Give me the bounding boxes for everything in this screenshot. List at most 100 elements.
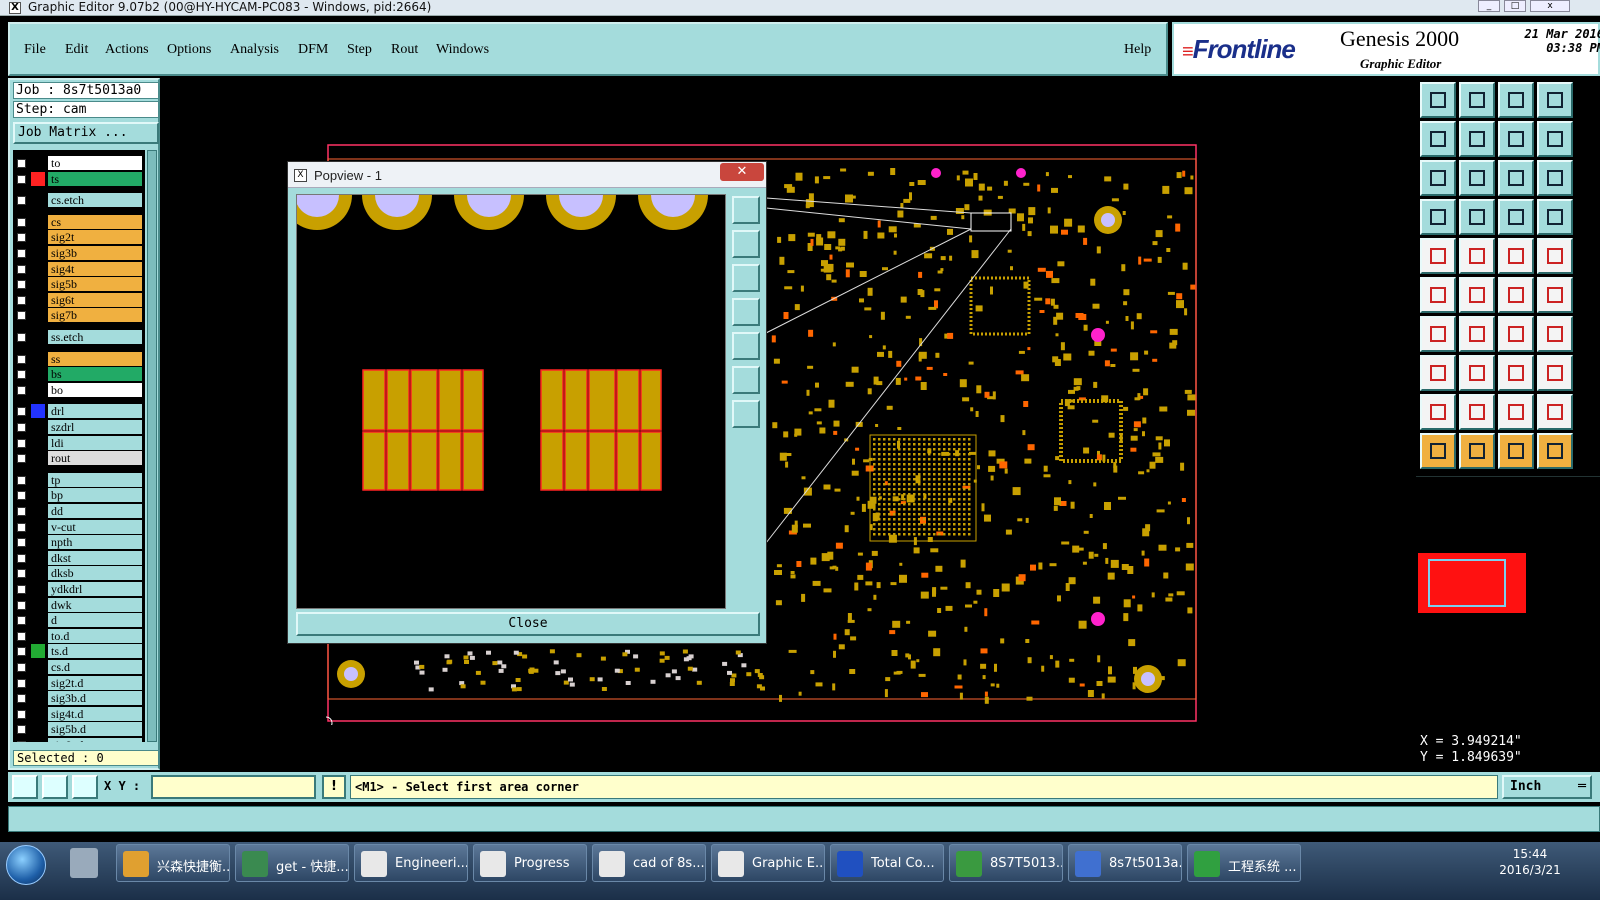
cross-tool-icon[interactable] <box>1459 277 1495 313</box>
copy-tool-icon[interactable] <box>1459 121 1495 157</box>
layer-checkbox[interactable] <box>17 174 26 184</box>
layer-name[interactable]: sig4t <box>48 261 142 276</box>
layer-name[interactable]: v-cut <box>48 519 142 534</box>
draw-tool-icon[interactable] <box>1420 316 1456 352</box>
layer-row[interactable]: cs <box>13 214 145 229</box>
layer-name[interactable]: tp <box>48 472 142 487</box>
layer-name[interactable]: sig5b.d <box>48 722 142 737</box>
layer-checkbox[interactable] <box>17 333 26 342</box>
layer-name[interactable]: szdrl <box>48 420 142 434</box>
taskbar-item[interactable]: Engineeri... <box>354 844 468 882</box>
scale-tool-icon[interactable] <box>1459 160 1495 196</box>
layer-name[interactable]: cs <box>48 214 142 229</box>
taskbar-item[interactable]: Total Co... <box>830 844 944 882</box>
layer-name[interactable]: to.d <box>48 628 142 643</box>
start-button[interactable] <box>6 845 46 885</box>
query-tool-icon[interactable] <box>1498 160 1534 196</box>
measure-icon[interactable] <box>42 775 68 799</box>
taskbar-item[interactable]: 工程系统 ... <box>1187 844 1301 882</box>
layer-checkbox[interactable] <box>17 475 26 485</box>
popview-pan-right-icon[interactable] <box>732 332 760 360</box>
layer-row[interactable]: ts.d <box>13 644 145 659</box>
layer-name[interactable]: sig7b <box>48 308 142 323</box>
menu-step[interactable]: Step <box>347 42 372 58</box>
layer-name[interactable]: bs <box>48 367 142 382</box>
popview-titlebar[interactable]: X Popview - 1 <box>288 162 766 188</box>
menu-help[interactable]: Help <box>1124 42 1151 58</box>
layer-checkbox[interactable] <box>17 454 26 464</box>
layer-row[interactable]: d <box>13 613 145 628</box>
taskbar-item[interactable]: get - 快捷... <box>235 844 349 882</box>
layer-name[interactable]: bp <box>48 488 142 503</box>
layer-scrollbar[interactable] <box>147 150 157 742</box>
layer-row[interactable]: npth <box>13 535 145 550</box>
layer-checkbox[interactable] <box>17 709 26 719</box>
popview-close-button[interactable]: Close <box>296 612 760 636</box>
layer-row[interactable]: sig4t <box>13 261 145 276</box>
layer-name[interactable]: sig3b.d <box>48 691 142 706</box>
layer-checkbox[interactable] <box>17 585 26 594</box>
view-tool-icon[interactable] <box>1537 82 1573 118</box>
menu-options[interactable]: Options <box>167 42 211 58</box>
layer-row[interactable]: bo <box>13 382 145 397</box>
layer-row[interactable]: cs.d <box>13 660 145 674</box>
layer-name[interactable]: sig5b <box>48 277 142 292</box>
layer-checkbox[interactable] <box>17 507 26 516</box>
layer-name[interactable]: cs.d <box>48 660 142 674</box>
layer-name[interactable]: dkst <box>48 550 142 565</box>
layer-name[interactable]: ldi <box>48 435 142 450</box>
layer-checkbox[interactable] <box>17 438 26 448</box>
layer-checkbox[interactable] <box>17 407 26 417</box>
layer-row[interactable]: ss <box>13 351 145 366</box>
layer-row[interactable]: ldi <box>13 435 145 450</box>
layer-row[interactable]: sig5b <box>13 277 145 292</box>
layer-row[interactable]: sig5b.d <box>13 722 145 737</box>
layer-name[interactable]: sig2t <box>48 230 142 245</box>
fit-tool-icon[interactable] <box>1420 160 1456 196</box>
snap-icon[interactable] <box>12 775 38 799</box>
layers-tool-icon[interactable] <box>1498 199 1534 235</box>
layer-checkbox[interactable] <box>17 249 26 258</box>
unit-selector[interactable]: Inch ═ <box>1502 775 1592 799</box>
layer-name[interactable]: dksb <box>48 566 142 581</box>
layer-row[interactable]: dkst <box>13 550 145 565</box>
layer-row[interactable]: v-cut <box>13 519 145 534</box>
layer-row[interactable]: bs <box>13 367 145 382</box>
layer-name[interactable]: drl <box>48 404 142 419</box>
align-tool-icon[interactable] <box>1420 199 1456 235</box>
layer-row[interactable]: sig2t.d <box>13 675 145 690</box>
layer-checkbox[interactable] <box>17 741 26 742</box>
layer-row[interactable]: sig2t <box>13 230 145 245</box>
split-tool-icon[interactable] <box>1537 316 1573 352</box>
layer-name[interactable]: to <box>48 156 142 170</box>
triangle-up-tool-icon[interactable] <box>1459 394 1495 430</box>
layer-row[interactable]: sig3b.d <box>13 691 145 706</box>
grid-tool-icon[interactable] <box>1459 199 1495 235</box>
pointer-tool-icon[interactable] <box>1420 433 1456 469</box>
layer-checkbox[interactable] <box>17 311 26 321</box>
close-window-button[interactable]: x <box>1530 0 1570 12</box>
move-tool-icon[interactable] <box>1420 121 1456 157</box>
layer-name[interactable]: sig6t.d <box>48 738 142 742</box>
pan-tool-icon[interactable] <box>1459 82 1495 118</box>
layer-checkbox[interactable] <box>17 522 26 532</box>
layer-checkbox[interactable] <box>17 264 26 274</box>
menu-actions[interactable]: Actions <box>105 42 149 58</box>
layer-checkbox[interactable] <box>17 647 26 657</box>
layer-checkbox[interactable] <box>17 694 26 704</box>
layer-row[interactable]: dksb <box>13 566 145 581</box>
taskbar-item[interactable]: 8S7T5013... <box>949 844 1063 882</box>
layer-row[interactable]: bp <box>13 488 145 503</box>
overview-viewport[interactable] <box>1428 559 1506 607</box>
curve-tool-icon[interactable] <box>1498 316 1534 352</box>
layer-checkbox[interactable] <box>17 663 26 672</box>
layer-name[interactable]: npth <box>48 535 142 550</box>
taskbar-item[interactable]: 8s7t5013a... <box>1068 844 1182 882</box>
stack-tool-icon[interactable] <box>1537 355 1573 391</box>
layer-name[interactable]: bo <box>48 382 142 397</box>
layer-row[interactable]: sig4t.d <box>13 706 145 721</box>
layer-checkbox[interactable] <box>17 600 26 610</box>
ratio-tool-icon[interactable] <box>1537 121 1573 157</box>
a-shape-tool-icon[interactable] <box>1498 394 1534 430</box>
minimize-button[interactable]: _ <box>1478 0 1500 12</box>
